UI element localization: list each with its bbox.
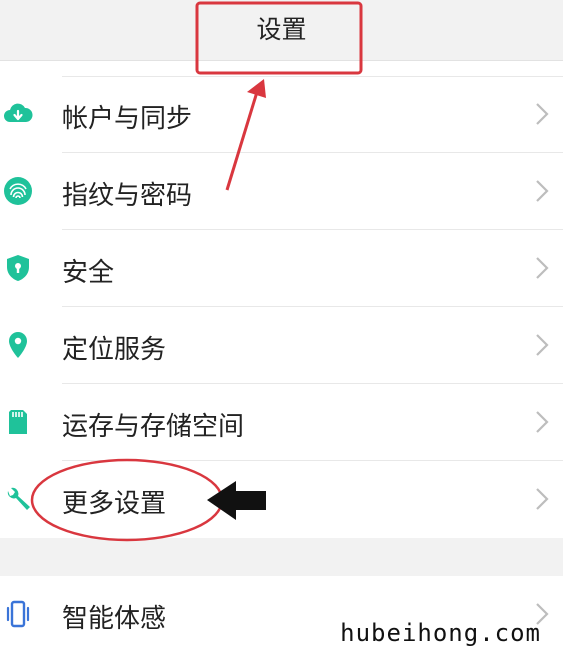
settings-item-label: 智能体感: [62, 604, 167, 634]
settings-item-label: 更多设置: [62, 489, 167, 519]
page-title: 设置: [256, 15, 307, 44]
settings-item-security[interactable]: 安全: [0, 230, 563, 307]
settings-item-memory-storage[interactable]: 运存与存储空间: [0, 384, 563, 461]
settings-item-label: 定位服务: [62, 335, 167, 365]
cloud-icon: [2, 98, 34, 130]
chevron-right-icon: [536, 180, 549, 202]
chevron-right-icon: [536, 103, 549, 125]
watermark: hubeihong.com: [340, 619, 541, 647]
fingerprint-icon: [2, 175, 34, 207]
location-pin-icon: [2, 329, 34, 361]
divider: [62, 76, 563, 77]
title-bar: 设置: [0, 0, 563, 61]
settings-list: 帐户与同步 指纹与密码 安全 定位服务 运存与存储空间 更多设置: [0, 76, 563, 538]
phone-vibrate-icon: [2, 598, 34, 630]
settings-item-more-settings[interactable]: 更多设置: [0, 461, 563, 538]
settings-item-label: 指纹与密码: [62, 181, 193, 211]
chevron-right-icon: [536, 257, 549, 279]
settings-item-account-sync[interactable]: 帐户与同步: [0, 76, 563, 153]
shield-icon: [2, 252, 34, 284]
wrench-icon: [2, 483, 34, 515]
chevron-right-icon: [536, 488, 549, 510]
settings-item-location[interactable]: 定位服务: [0, 307, 563, 384]
sd-card-icon: [2, 406, 34, 438]
section-separator: [0, 538, 563, 576]
settings-item-label: 帐户与同步: [62, 104, 193, 134]
settings-item-label: 运存与存储空间: [62, 412, 245, 442]
chevron-right-icon: [536, 334, 549, 356]
settings-item-label: 安全: [62, 258, 115, 288]
settings-item-fingerprint-password[interactable]: 指纹与密码: [0, 153, 563, 230]
chevron-right-icon: [536, 411, 549, 433]
